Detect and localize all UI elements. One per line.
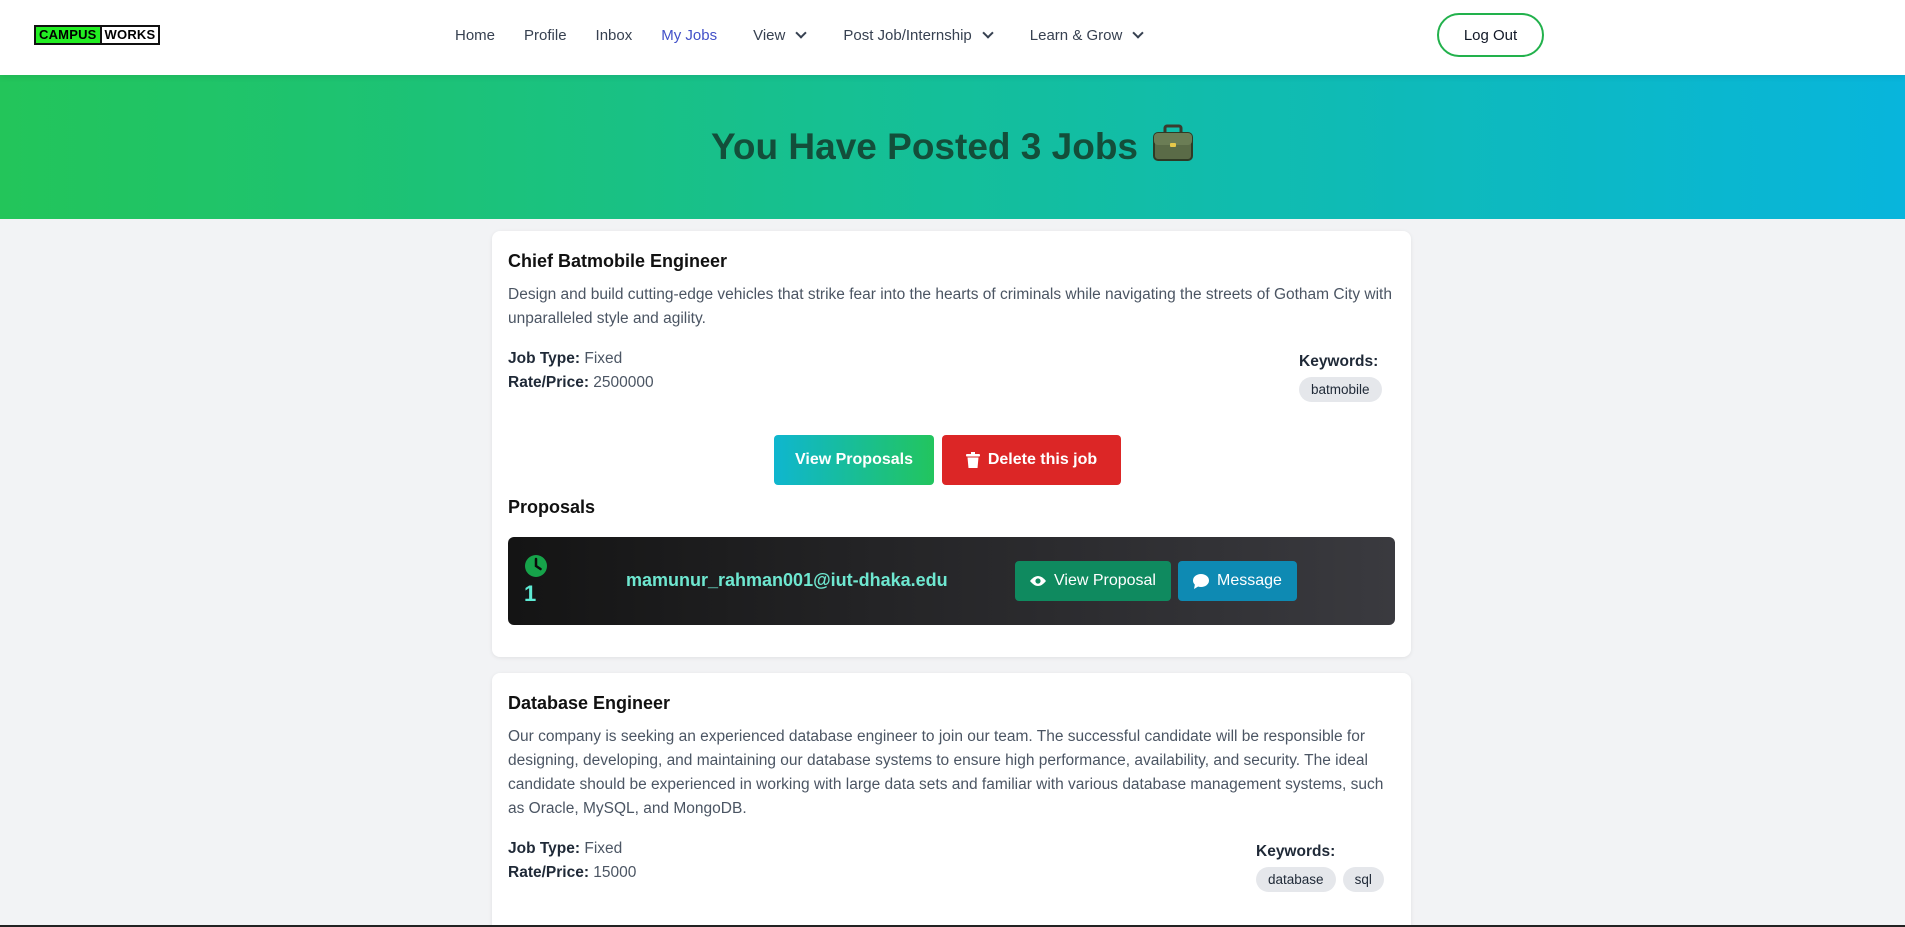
page-title-text: You Have Posted 3 Jobs xyxy=(711,126,1138,167)
view-proposal-label: View Proposal xyxy=(1054,572,1156,589)
message-label: Message xyxy=(1217,572,1282,589)
message-button[interactable]: Message xyxy=(1178,561,1297,601)
chevron-down-icon xyxy=(1132,26,1144,39)
nav-view-label: View xyxy=(753,26,786,44)
proposal-email[interactable]: mamunur_rahman001@iut-dhaka.edu xyxy=(626,570,948,591)
job-description: Design and build cutting-edge vehicles t… xyxy=(508,286,1392,327)
keyword-chips: batmobile xyxy=(1299,377,1382,402)
chat-bubble-icon xyxy=(1193,573,1210,589)
job-meta: Job Type: Fixed Rate/Price: 2500000 xyxy=(508,347,654,395)
job-rate-row: Rate/Price: 2500000 xyxy=(508,371,654,395)
view-proposal-button[interactable]: View Proposal xyxy=(1015,561,1171,601)
job-type-row: Job Type: Fixed xyxy=(508,347,654,371)
nav-inbox[interactable]: Inbox xyxy=(596,27,633,44)
keyword-chip: database xyxy=(1256,867,1336,892)
nav-my-jobs[interactable]: My Jobs xyxy=(661,27,717,44)
job-meta: Job Type: Fixed Rate/Price: 15000 xyxy=(508,837,636,885)
trash-icon xyxy=(965,452,980,468)
hero-banner: You Have Posted 3 Jobs xyxy=(0,75,1905,219)
rate-value: 15000 xyxy=(593,864,637,881)
rate-label: Rate/Price: xyxy=(508,374,589,391)
keywords-label: Keywords: xyxy=(1256,843,1336,860)
keywords-section: Keywords: batmobile xyxy=(1299,353,1382,402)
chevron-down-icon xyxy=(795,26,808,39)
keyword-chip: batmobile xyxy=(1299,377,1382,402)
logo-part-campus: CAMPUS xyxy=(36,27,100,43)
chevron-down-icon xyxy=(982,26,994,39)
nav-learn-grow-label: Learn & Grow xyxy=(1029,26,1123,44)
proposals-heading: Proposals xyxy=(508,497,596,517)
nav-profile[interactable]: Profile xyxy=(524,27,567,44)
keywords-section: Keywords: database sql xyxy=(1256,843,1384,892)
job-actions: View Proposals Delete this job xyxy=(774,435,1121,485)
logout-button[interactable]: Log Out xyxy=(1437,13,1544,57)
delete-job-label: Delete this job xyxy=(987,451,1098,468)
campus-works-logo[interactable]: CAMPUS WORKS xyxy=(34,25,161,45)
clock-icon xyxy=(524,554,548,583)
proposal-row: 1 mamunur_rahman001@iut-dhaka.edu View P… xyxy=(508,537,1395,625)
job-type-value: Fixed xyxy=(584,840,623,857)
job-title: Chief Batmobile Engineer xyxy=(508,251,728,271)
job-type-label: Job Type: xyxy=(508,840,581,857)
nav-home[interactable]: Home xyxy=(455,27,495,44)
keywords-label: Keywords: xyxy=(1299,353,1379,370)
job-title: Database Engineer xyxy=(508,693,671,713)
job-type-label: Job Type: xyxy=(508,350,581,367)
briefcase-icon xyxy=(1152,124,1194,171)
proposal-number: 1 xyxy=(524,581,537,606)
job-card: Database Engineer Our company is seeking… xyxy=(492,673,1411,927)
rate-label: Rate/Price: xyxy=(508,864,589,881)
page-title: You Have Posted 3 Jobs xyxy=(711,124,1194,171)
logo-part-works: WORKS xyxy=(99,27,159,43)
nav-view-dropdown[interactable]: View xyxy=(753,26,808,44)
eye-icon xyxy=(1030,576,1046,586)
keyword-chip: sql xyxy=(1342,867,1384,892)
top-navbar: CAMPUS WORKS Home Profile Inbox My Jobs … xyxy=(0,0,1905,75)
nav-post-job-dropdown[interactable]: Post Job/Internship xyxy=(843,26,994,44)
delete-job-button[interactable]: Delete this job xyxy=(942,435,1121,485)
nav-links: Home Profile Inbox My Jobs View Post Job… xyxy=(455,0,1144,70)
keyword-chips: database sql xyxy=(1256,867,1384,892)
nav-post-job-label: Post Job/Internship xyxy=(843,26,972,44)
rate-value: 2500000 xyxy=(593,374,654,391)
view-proposals-button[interactable]: View Proposals xyxy=(774,435,934,485)
job-type-row: Job Type: Fixed xyxy=(508,837,636,861)
job-type-value: Fixed xyxy=(584,350,623,367)
job-description: Our company is seeking an experienced da… xyxy=(508,728,1384,817)
nav-learn-grow-dropdown[interactable]: Learn & Grow xyxy=(1029,26,1144,44)
job-card: Chief Batmobile Engineer Design and buil… xyxy=(492,231,1411,657)
job-rate-row: Rate/Price: 15000 xyxy=(508,861,636,885)
